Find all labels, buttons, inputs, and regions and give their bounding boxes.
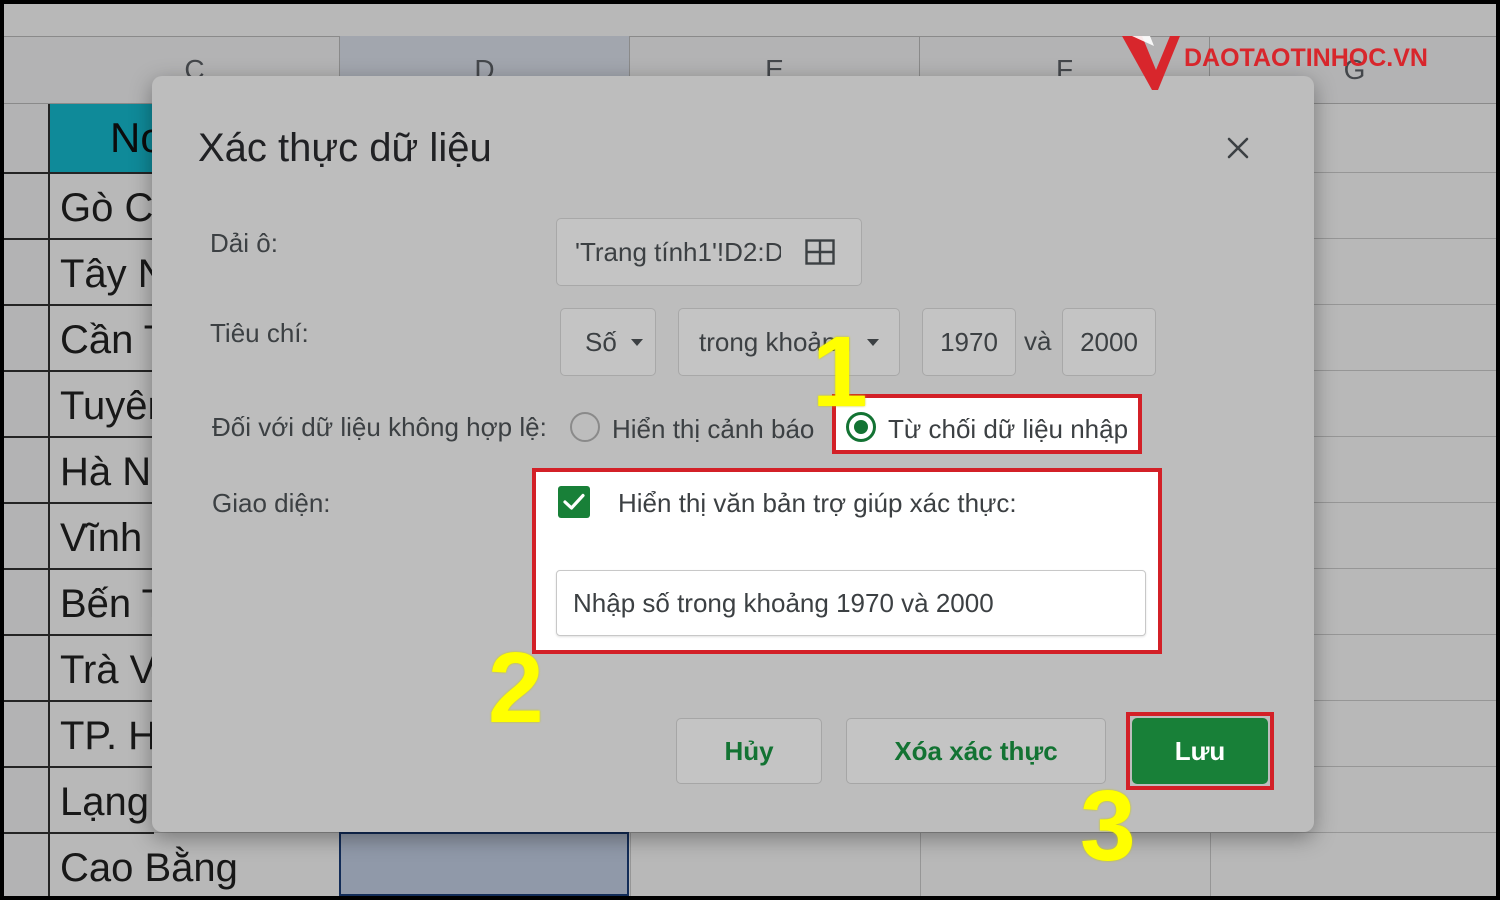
range-value: 'Trang tính1'!D2:D [575, 236, 781, 267]
screenshot: C D E F G No Gò Cô Tây N Cần T Tuyên Hà … [4, 4, 1496, 896]
criteria-label: Tiêu chí: [210, 318, 309, 348]
range-input[interactable]: 'Trang tính1'!D2:D [556, 218, 862, 286]
close-button[interactable] [1218, 128, 1258, 168]
criteria-conjunction: và [1024, 326, 1052, 356]
criteria-max-input[interactable]: 2000 [1062, 308, 1156, 376]
criteria-min-value: 1970 [940, 326, 998, 357]
logo-v-icon [1122, 36, 1180, 90]
dropdown-caret-icon [630, 338, 643, 346]
radio-show-warning[interactable] [570, 412, 600, 442]
highlight-frame-step2 [532, 468, 1162, 654]
criteria-min-input[interactable]: 1970 [922, 308, 1016, 376]
highlight-frame-step3 [1126, 712, 1274, 790]
logo-text: DAOTAOTINHOC.VN [1184, 44, 1428, 72]
criteria-max-value: 2000 [1080, 326, 1138, 357]
dialog-title: Xác thực dữ liệu [198, 126, 492, 170]
invalid-data-label: Đối với dữ liệu không hợp lệ: [212, 412, 547, 442]
criteria-type-value: Số [585, 326, 617, 357]
radio-show-warning-label[interactable]: Hiển thị cảnh báo [612, 414, 814, 445]
highlight-frame-step1 [832, 394, 1142, 454]
dropdown-caret-icon [867, 338, 879, 346]
step-number-1: 1 [812, 316, 868, 428]
appearance-label: Giao diện: [212, 488, 331, 518]
watermark-logo: DAOTAOTINHOC.VN [1120, 32, 1480, 96]
step-number-2: 2 [488, 632, 544, 744]
grid-select-icon[interactable] [805, 239, 835, 265]
remove-validation-button[interactable]: Xóa xác thực [846, 718, 1106, 784]
criteria-type-dropdown[interactable]: Số [560, 308, 656, 376]
close-icon [1227, 137, 1249, 159]
range-label: Dải ô: [210, 228, 278, 258]
data-validation-dialog: Xác thực dữ liệu Dải ô: 'Trang tính1'!D2… [152, 76, 1314, 832]
step-number-3: 3 [1080, 770, 1136, 882]
cancel-button[interactable]: Hủy [676, 718, 822, 784]
